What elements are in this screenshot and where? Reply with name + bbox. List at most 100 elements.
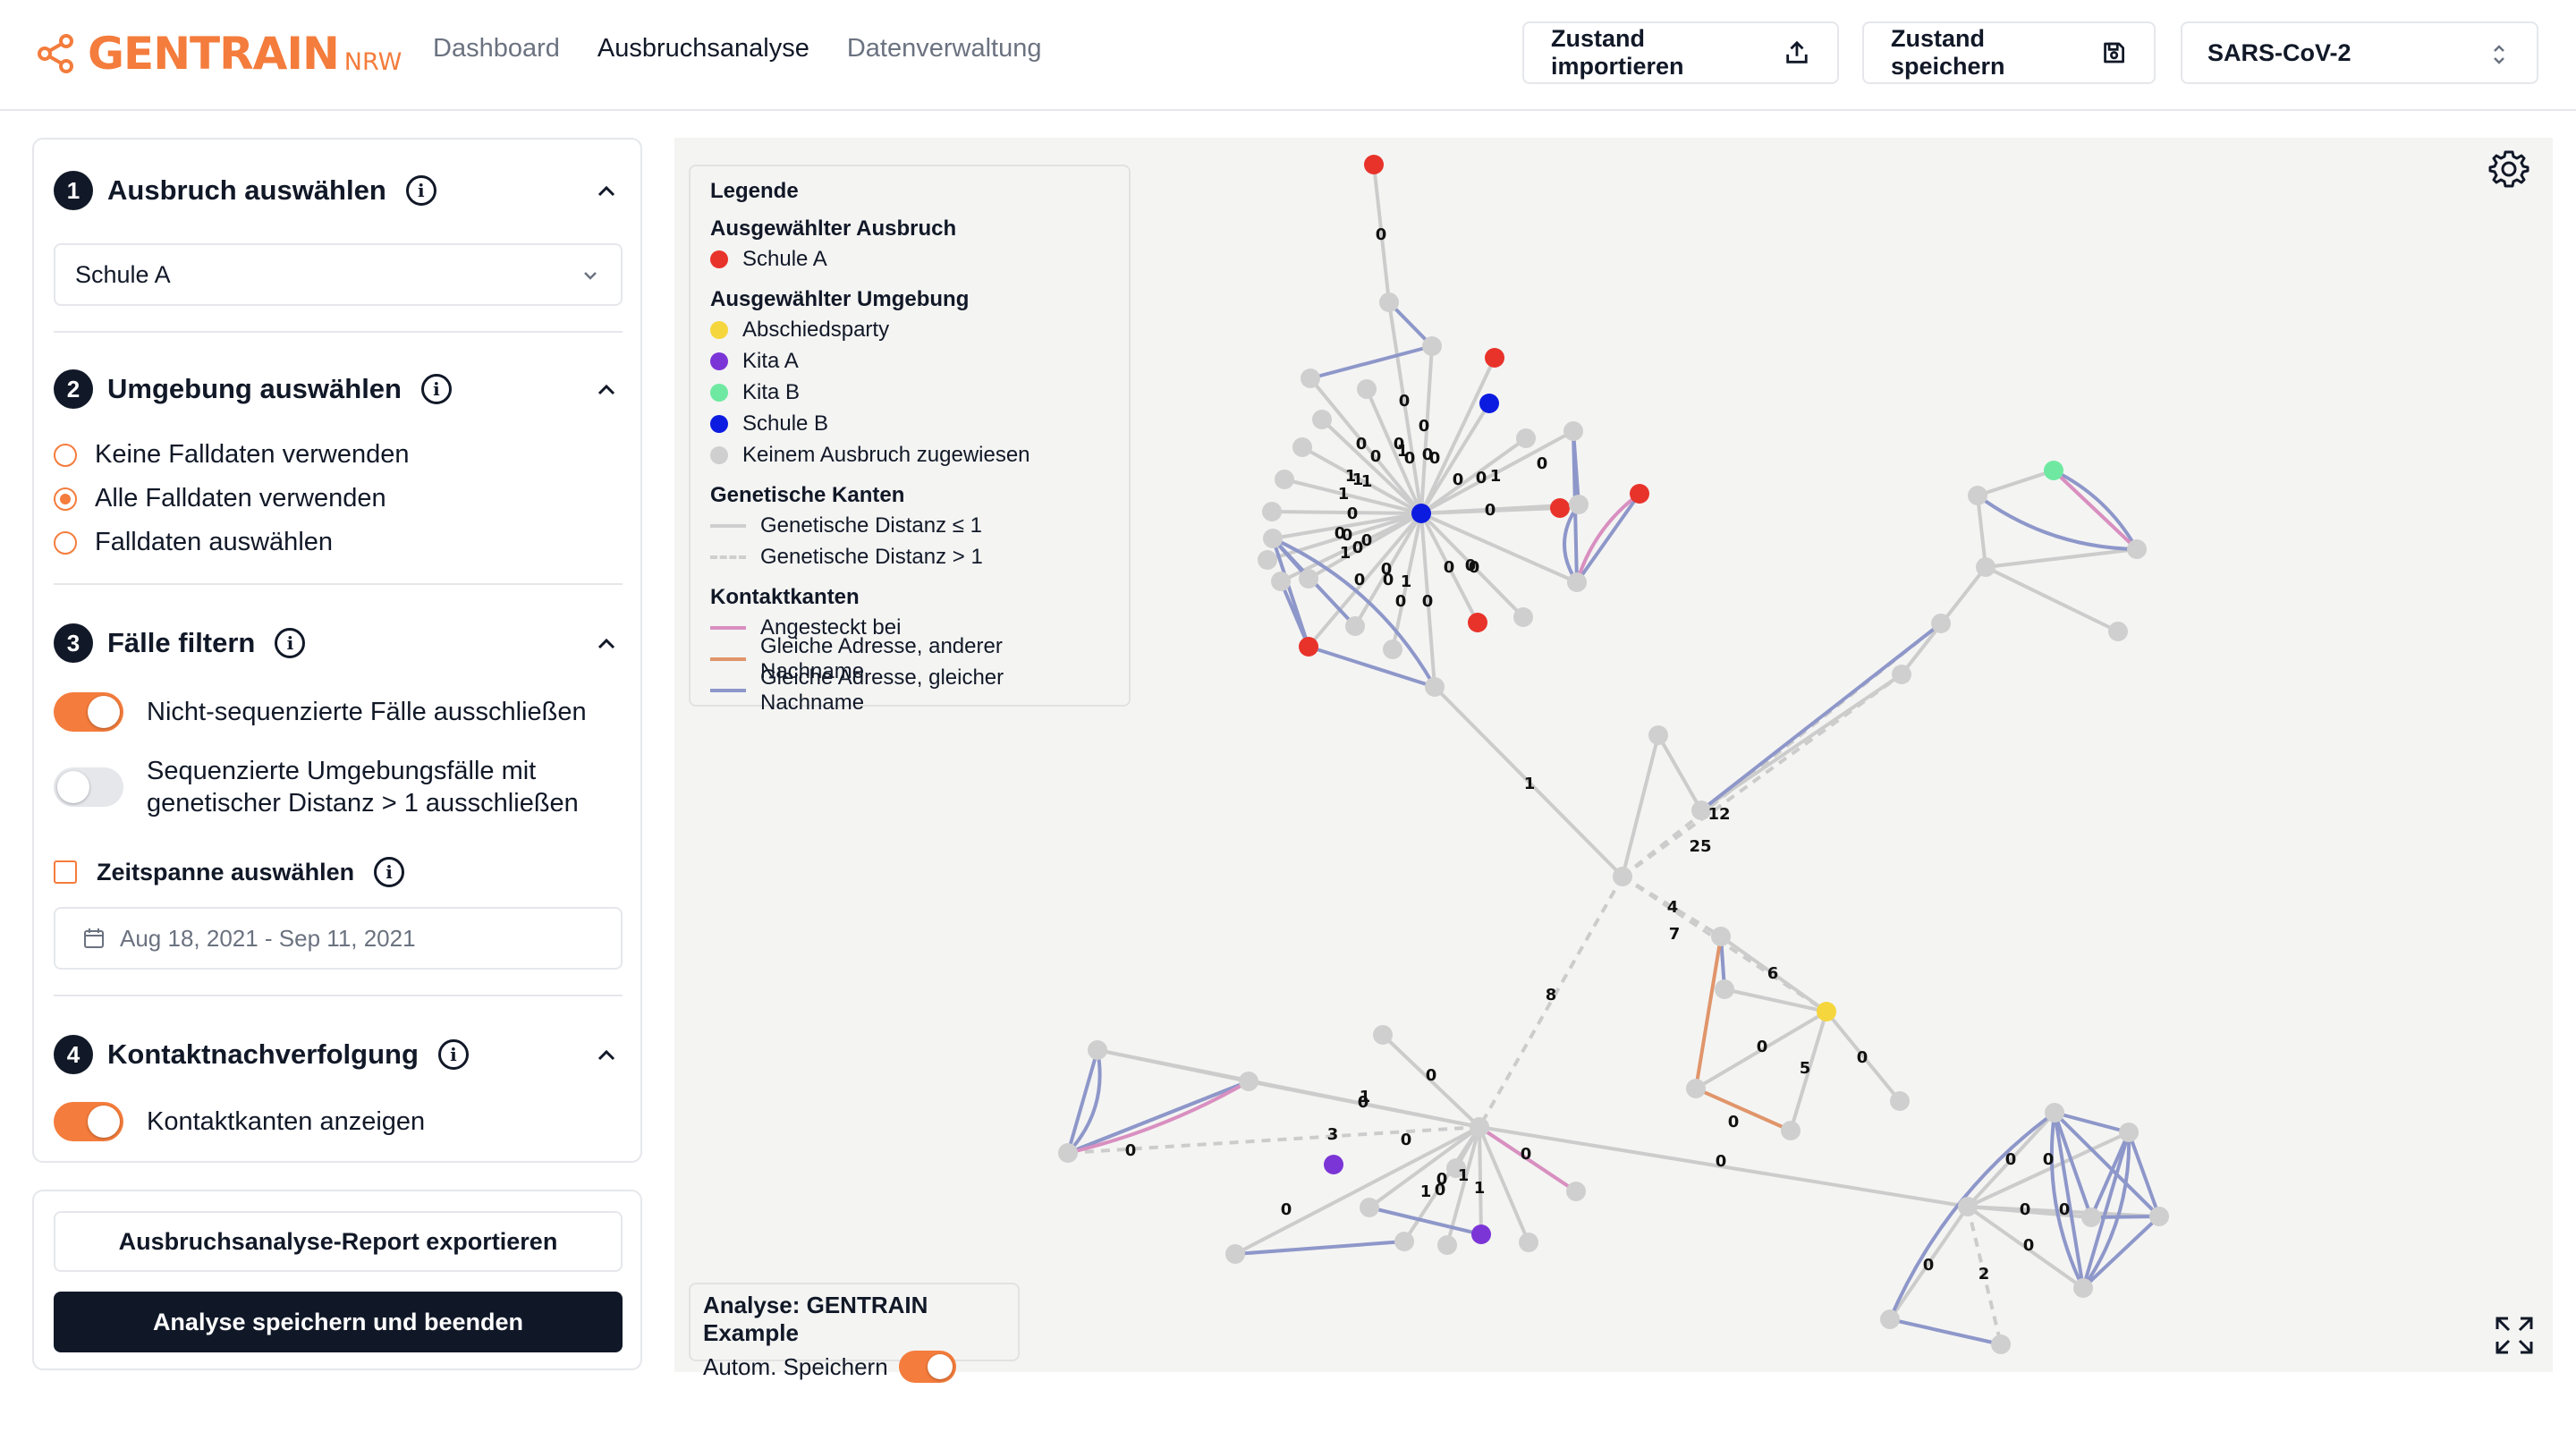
case-node[interactable] — [1394, 1232, 1414, 1251]
toggle-switch-on[interactable] — [54, 692, 123, 732]
section-environment-header[interactable]: 2 Umgebung auswählen i — [54, 369, 452, 410]
radio-button[interactable] — [54, 443, 77, 467]
radio-button-selected[interactable] — [54, 487, 77, 511]
case-node[interactable] — [1470, 1117, 1489, 1137]
info-icon[interactable]: i — [437, 1039, 469, 1070]
case-node[interactable] — [1357, 379, 1377, 399]
case-node[interactable] — [1360, 1198, 1379, 1217]
info-icon[interactable]: i — [420, 374, 452, 404]
case-node[interactable] — [1422, 336, 1442, 356]
case-node[interactable] — [1686, 1079, 1706, 1098]
case-node[interactable] — [1301, 369, 1320, 388]
case-node[interactable] — [1648, 725, 1668, 745]
import-state-button[interactable]: Zustand importieren — [1522, 21, 1839, 84]
case-node[interactable] — [1425, 677, 1445, 697]
section-outbreak-header[interactable]: 1 Ausbruch auswählen i — [54, 170, 436, 211]
info-icon[interactable]: i — [405, 175, 436, 206]
case-node[interactable] — [1373, 1025, 1393, 1045]
autosave-toggle[interactable] — [898, 1351, 956, 1383]
radio-button[interactable] — [54, 530, 77, 555]
case-node[interactable] — [1516, 428, 1536, 448]
nav-dashboard[interactable]: Dashboard — [433, 34, 560, 64]
pathogen-select[interactable]: SARS-CoV-2 — [2181, 21, 2538, 84]
case-node[interactable] — [1566, 1182, 1586, 1201]
case-node[interactable] — [1931, 614, 1951, 633]
toggle-switch-off[interactable] — [54, 767, 123, 807]
case-node[interactable] — [1383, 640, 1402, 659]
date-range-picker[interactable]: Aug 18, 2021 - Sep 11, 2021 — [54, 907, 623, 970]
case-node[interactable] — [1567, 572, 1587, 592]
case-node[interactable] — [1262, 502, 1282, 521]
case-node[interactable] — [1711, 927, 1731, 946]
case-node[interactable] — [1299, 637, 1318, 657]
exclude-unsequenced-toggle-row[interactable]: Nicht-sequenzierte Fälle ausschließen — [54, 692, 587, 732]
case-node[interactable] — [1225, 1244, 1245, 1264]
case-node[interactable] — [2045, 1103, 2064, 1123]
timespan-checkbox-row[interactable]: Zeitspanne auswählen i — [54, 857, 405, 887]
case-node[interactable] — [1715, 979, 1734, 999]
radio-all-case-data[interactable]: Alle Falldaten verwenden — [54, 484, 386, 513]
checkbox[interactable] — [54, 860, 77, 884]
case-node[interactable] — [1275, 470, 1294, 489]
fullscreen-icon[interactable] — [2494, 1315, 2535, 1356]
case-node[interactable] — [1299, 569, 1318, 589]
case-node[interactable] — [1519, 1233, 1538, 1252]
autosave-row[interactable]: Autom. Speichern — [703, 1351, 1005, 1383]
network-graph-canvas[interactable]: 0 0 0 0 0 0 1 0 0 0 1 1 1 0 0 1 0 0 1 0 0 1 0 0 0 0 0 0 0 1 0 0 0 0 12 25 1 4… — [674, 138, 2553, 1383]
contact-edges-toggle-row[interactable]: Kontaktkanten anzeigen — [54, 1102, 425, 1141]
case-node[interactable] — [1471, 1224, 1491, 1244]
case-node[interactable] — [1468, 613, 1487, 632]
case-node[interactable] — [2044, 461, 2063, 480]
case-node[interactable] — [1613, 867, 1632, 886]
case-node[interactable] — [1379, 292, 1399, 312]
save-state-button[interactable]: Zustand speichern — [1862, 21, 2156, 84]
case-node[interactable] — [1550, 498, 1570, 518]
case-node[interactable] — [1292, 437, 1312, 457]
case-node[interactable] — [1890, 1091, 1910, 1111]
chevron-up-icon[interactable] — [596, 637, 617, 651]
case-node[interactable] — [1781, 1121, 1801, 1140]
case-node[interactable] — [1058, 1143, 1078, 1163]
info-icon[interactable]: i — [374, 857, 405, 887]
case-node[interactable] — [1485, 348, 1504, 368]
exclude-distance-toggle-row[interactable]: Sequenzierte Umgebungsfälle mit genetisc… — [54, 755, 579, 819]
chevron-up-icon[interactable] — [596, 1048, 617, 1063]
gentrain-logo[interactable]: GENTRAIN NRW — [36, 25, 402, 82]
case-node[interactable] — [1991, 1335, 2011, 1354]
case-node[interactable] — [1817, 1002, 1836, 1021]
radio-select-case-data[interactable]: Falldaten auswählen — [54, 528, 333, 557]
case-node[interactable] — [1324, 1155, 1343, 1174]
export-report-button[interactable]: Ausbruchsanalyse-Report exportieren — [54, 1211, 623, 1272]
case-node[interactable] — [1892, 665, 1911, 684]
outbreak-select[interactable]: Schule A — [54, 243, 623, 306]
case-node[interactable] — [1968, 486, 1987, 505]
case-node[interactable] — [2081, 1208, 2101, 1227]
case-node[interactable] — [2149, 1207, 2169, 1226]
case-node[interactable] — [1630, 484, 1649, 504]
case-node[interactable] — [1437, 1235, 1457, 1255]
case-node[interactable] — [1364, 155, 1384, 174]
info-icon[interactable]: i — [275, 628, 306, 658]
case-node[interactable] — [2127, 539, 2147, 559]
case-node[interactable] — [1271, 572, 1291, 591]
chevron-up-icon[interactable] — [596, 184, 617, 199]
case-node[interactable] — [1569, 495, 1589, 514]
case-node[interactable] — [1880, 1309, 1900, 1329]
case-node[interactable] — [1479, 394, 1499, 413]
toggle-switch-on[interactable] — [54, 1102, 123, 1141]
case-node[interactable] — [1976, 557, 1996, 577]
save-and-finish-button[interactable]: Analyse speichern und beenden — [54, 1292, 623, 1352]
case-node[interactable] — [2073, 1278, 2093, 1298]
case-node[interactable] — [1563, 421, 1583, 441]
case-node[interactable] — [1263, 529, 1283, 548]
radio-no-case-data[interactable]: Keine Falldaten verwenden — [54, 440, 409, 470]
case-node[interactable] — [1088, 1040, 1107, 1060]
case-node[interactable] — [1513, 607, 1533, 627]
case-node[interactable] — [1345, 616, 1365, 636]
section-filter-header[interactable]: 3 Fälle filtern i — [54, 623, 306, 664]
case-node[interactable] — [1958, 1197, 1978, 1216]
case-node[interactable] — [1312, 410, 1332, 429]
chevron-up-icon[interactable] — [596, 383, 617, 397]
case-node[interactable] — [1258, 550, 1277, 570]
case-node[interactable] — [1411, 504, 1431, 523]
